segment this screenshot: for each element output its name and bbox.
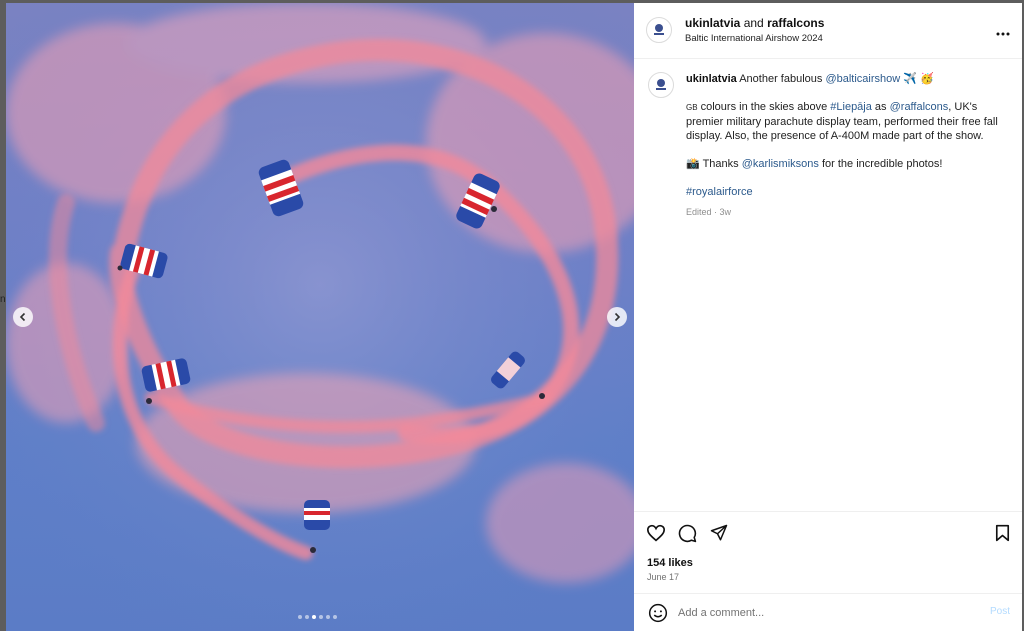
caption-author-avatar[interactable]: [648, 72, 674, 98]
comment-button[interactable]: [678, 524, 697, 548]
caption-emojis: ✈️ 🥳: [903, 73, 934, 85]
post-location[interactable]: Baltic International Airshow 2024: [685, 33, 823, 44]
comment-icon: [678, 524, 697, 543]
post-comment-button[interactable]: Post: [990, 606, 1010, 617]
like-button[interactable]: [646, 524, 666, 547]
carousel-dot-active: [312, 615, 316, 619]
comment-input[interactable]: [678, 603, 968, 623]
more-options-button[interactable]: [996, 23, 1010, 41]
smiley-icon: [648, 603, 668, 623]
background-text-fragment: n: [0, 294, 6, 305]
mention-karlismiksons[interactable]: @karlismiksons: [742, 158, 819, 170]
likes-count[interactable]: 154 likes: [647, 557, 693, 569]
coauthor-username[interactable]: raffalcons: [767, 16, 824, 30]
share-button[interactable]: [710, 524, 728, 547]
caption-thanks-rest: for the incredible photos!: [821, 158, 943, 170]
caption-as: as: [874, 101, 887, 113]
next-image-button[interactable]: [607, 307, 627, 327]
send-icon: [710, 524, 728, 541]
crest-icon: [654, 24, 664, 35]
author-joiner: and: [743, 16, 764, 30]
more-horizontal-icon: [996, 32, 1010, 36]
edited-timestamp: Edited · 3w: [686, 207, 732, 217]
carousel-dot: [319, 615, 323, 619]
post-image: [6, 3, 634, 631]
instagram-post-viewer: n ukinlatvia and raffalcons Baltic Inter…: [0, 0, 1024, 631]
heart-icon: [646, 524, 666, 542]
author-avatar[interactable]: [646, 17, 672, 43]
hashtag-liepaja[interactable]: #Liepāja: [830, 101, 872, 113]
post-date: June 17: [647, 572, 680, 582]
parachute-6: [304, 500, 330, 530]
previous-image-button[interactable]: [13, 307, 33, 327]
post-authors: ukinlatvia and raffalcons: [685, 16, 824, 30]
post-details-panel: ukinlatvia and raffalcons Baltic Interna…: [634, 3, 1022, 631]
hashtag-royalairforce[interactable]: #royalairforce: [686, 186, 753, 198]
chevron-right-icon: [614, 312, 621, 322]
caption-line1: Another fabulous: [739, 73, 823, 85]
caption-thanks: Thanks: [702, 158, 739, 170]
carousel-dot: [326, 615, 330, 619]
caption-text: ukinlatvia Another fabulous @balticairsh…: [686, 72, 1011, 219]
bookmark-icon: [995, 524, 1010, 542]
save-button[interactable]: [995, 524, 1010, 547]
caption-line2: colours in the skies above: [700, 101, 828, 113]
emoji-button[interactable]: [648, 603, 668, 628]
carousel-dot: [305, 615, 309, 619]
post-header: ukinlatvia and raffalcons Baltic Interna…: [634, 3, 1022, 59]
author-username[interactable]: ukinlatvia: [685, 16, 740, 30]
mention-raffalcons[interactable]: @raffalcons: [890, 101, 949, 113]
camera-icon: 📸: [686, 158, 700, 170]
airshow-photo: [6, 3, 634, 631]
crest-icon: [656, 79, 666, 90]
carousel-dot: [333, 615, 337, 619]
comment-bar: Post: [634, 593, 1022, 631]
post-actions: 154 likes June 17: [634, 511, 1022, 593]
mention-balticairshow[interactable]: @balticairshow: [825, 73, 900, 85]
caption-author[interactable]: ukinlatvia: [686, 73, 737, 85]
carousel-dot: [298, 615, 302, 619]
carousel-indicator: [298, 615, 337, 619]
chevron-left-icon: [19, 312, 26, 322]
gb-flag-icon: GB: [686, 103, 698, 112]
